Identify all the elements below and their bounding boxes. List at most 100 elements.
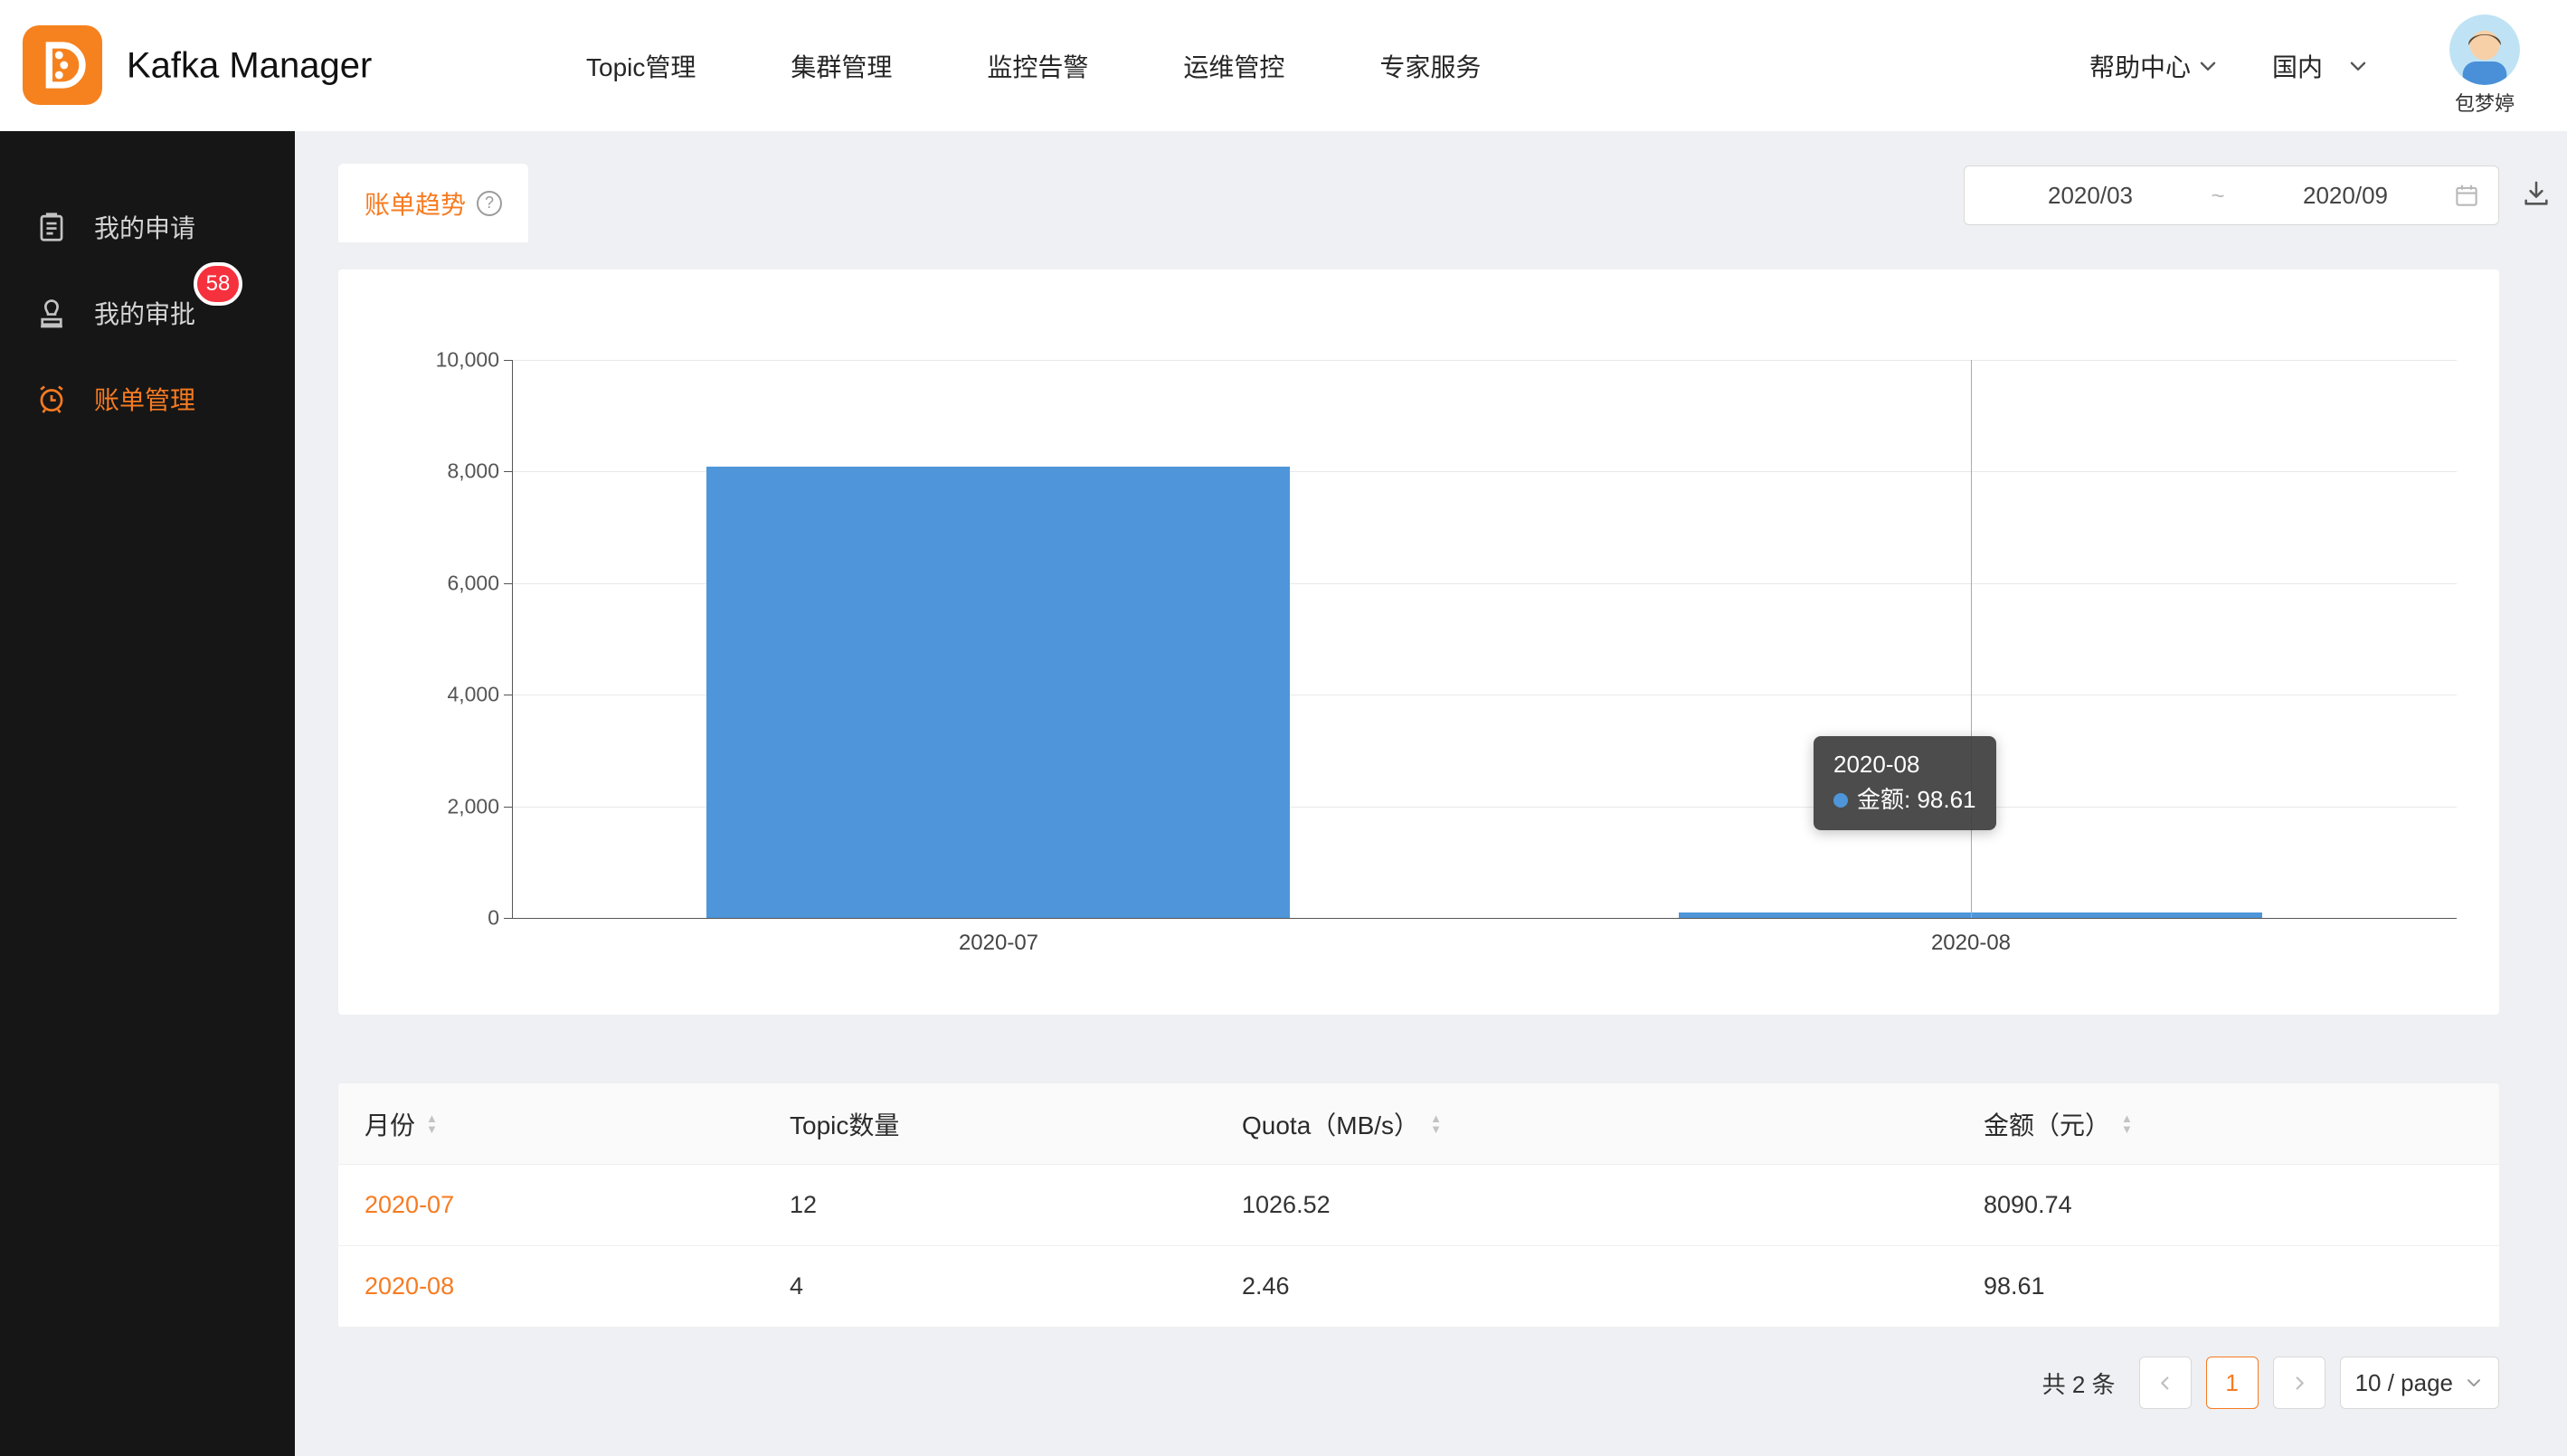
tab-bill-trend[interactable]: 账单趋势 ? xyxy=(338,164,528,242)
table-row-1: 2020-07 12 1026.52 8090.74 xyxy=(338,1165,2499,1246)
table-cell: 2020-08 xyxy=(338,1272,763,1300)
sort-carets-icon[interactable]: ▲▼ xyxy=(426,1113,438,1135)
tooltip-title: 2020-08 xyxy=(1833,747,1976,782)
table-header-cell-3[interactable]: Quota（MB/s） ▲▼ xyxy=(1216,1106,1957,1142)
user-menu[interactable]: 包梦婷 xyxy=(2449,14,2520,117)
top-header: Kafka Manager Topic管理 集群管理 监控告警 运维管控 专家服务 帮助… xyxy=(0,0,2567,131)
table-cell: 98.61 xyxy=(1957,1272,2499,1300)
bill-table: 月份 ▲▼ Topic数量 Quota（MB/s） ▲▼ 金额（元） ▲▼ 2020-07 12… xyxy=(338,1083,2499,1328)
y-axis-tick xyxy=(504,583,512,584)
help-center-menu[interactable]: 帮助中心 xyxy=(2089,48,2220,84)
table-header-cell-2: Topic数量 xyxy=(763,1106,1216,1142)
toolbar: 账单趋势 ? 2020/03 ~ 2020/09 xyxy=(338,164,2499,242)
date-separator: ~ xyxy=(2198,182,2238,210)
notification-badge: 58 xyxy=(194,262,242,306)
cell-value: 4 xyxy=(790,1272,803,1300)
sidebar-item-3[interactable]: 账单管理 xyxy=(0,355,295,441)
x-axis-line xyxy=(512,918,2457,919)
x-axis-category-label: 2020-07 xyxy=(899,931,1098,956)
pagination-total: 共 2 条 xyxy=(2042,1366,2116,1400)
date-range-picker[interactable]: 2020/03 ~ 2020/09 xyxy=(1964,165,2499,225)
y-axis-tick-label: 8,000 xyxy=(346,459,499,484)
column-label: Topic数量 xyxy=(790,1106,899,1142)
alarm-icon xyxy=(34,382,69,416)
date-start-input[interactable]: 2020/03 xyxy=(1983,182,2198,210)
series-dot-icon xyxy=(1833,793,1848,808)
cell-value: 8090.74 xyxy=(1984,1191,2072,1219)
column-label: 金额（元） xyxy=(1984,1106,2110,1142)
cell-value: 1026.52 xyxy=(1242,1191,1331,1219)
sidebar-item-2[interactable]: 我的审批58 xyxy=(0,269,295,355)
y-axis-tick-label: 2,000 xyxy=(346,794,499,818)
bill-trend-chart: 0 2,000 4,000 6,000 8,000 10,000 2020-07 2020-0… xyxy=(338,269,2499,1015)
sidebar: 我的申请我的审批58 账单管理 xyxy=(0,131,295,1456)
table-header-cell-4[interactable]: 金额（元） ▲▼ xyxy=(1957,1106,2499,1142)
chevron-down-icon xyxy=(2346,54,2370,78)
sidebar-item-label: 我的申请 xyxy=(94,209,195,245)
sidebar-item-1[interactable]: 我的申请 xyxy=(0,184,295,269)
pagination-next-button[interactable] xyxy=(2273,1357,2325,1409)
table-cell: 2020-07 xyxy=(338,1191,763,1219)
month-link[interactable]: 2020-08 xyxy=(365,1272,454,1300)
y-axis-tick xyxy=(504,471,512,472)
table-row-2: 2020-08 4 2.46 98.61 xyxy=(338,1246,2499,1328)
chart-crosshair xyxy=(1971,360,1972,918)
table-header-row: 月份 ▲▼ Topic数量 Quota（MB/s） ▲▼ 金额（元） ▲▼ xyxy=(338,1083,2499,1165)
avatar xyxy=(2449,14,2520,85)
region-select[interactable]: 国内 xyxy=(2272,48,2370,84)
nav-item-1[interactable]: Topic管理 xyxy=(586,48,696,84)
gridline xyxy=(512,360,2457,361)
tooltip-series-row: 金额: 98.61 xyxy=(1833,782,1976,818)
main-content: 账单趋势 ? 2020/03 ~ 2020/09 0 2,000 4,000 6,00… xyxy=(295,131,2567,1456)
y-axis-tick-label: 6,000 xyxy=(346,571,499,595)
table-cell: 4 xyxy=(763,1272,1216,1300)
app-title: Kafka Manager xyxy=(127,45,372,86)
table-cell: 12 xyxy=(763,1191,1216,1219)
y-axis-line xyxy=(512,360,513,918)
tooltip-value: 金额: 98.61 xyxy=(1857,782,1976,818)
chart-tooltip: 2020-08金额: 98.61 xyxy=(1814,736,1996,830)
tab-label: 账单趋势 xyxy=(365,185,466,222)
user-name: 包梦婷 xyxy=(2455,88,2515,117)
nav-item-3[interactable]: 监控告警 xyxy=(987,48,1088,84)
chevron-down-icon xyxy=(2196,54,2220,78)
y-axis-tick-label: 10,000 xyxy=(346,348,499,373)
clipboard-icon xyxy=(34,210,69,244)
month-link[interactable]: 2020-07 xyxy=(365,1191,454,1219)
sidebar-item-label: 账单管理 xyxy=(94,381,195,417)
y-axis-tick xyxy=(504,918,512,919)
pagination-prev-button[interactable] xyxy=(2139,1357,2192,1409)
x-axis-category-label: 2020-08 xyxy=(1871,931,2070,956)
sidebar-item-label: 我的审批 xyxy=(94,295,195,331)
sort-carets-icon[interactable]: ▲▼ xyxy=(2121,1113,2133,1135)
page-size-value: 10 / page xyxy=(2355,1369,2453,1397)
nav-item-5[interactable]: 专家服务 xyxy=(1379,48,1481,84)
nav-item-2[interactable]: 集群管理 xyxy=(791,48,892,84)
cell-value: 98.61 xyxy=(1984,1272,2045,1300)
table-header-cell-1[interactable]: 月份 ▲▼ xyxy=(338,1106,763,1142)
pagination-page-1[interactable]: 1 xyxy=(2206,1357,2259,1409)
chevron-down-icon xyxy=(2464,1373,2484,1393)
y-axis-tick-label: 0 xyxy=(346,906,499,931)
date-end-input[interactable]: 2020/09 xyxy=(2238,182,2453,210)
sort-carets-icon[interactable]: ▲▼ xyxy=(1430,1113,1442,1135)
column-label: Quota（MB/s） xyxy=(1242,1106,1419,1142)
table-cell: 1026.52 xyxy=(1216,1191,1957,1219)
y-axis-tick-label: 4,000 xyxy=(346,683,499,707)
column-label: 月份 xyxy=(365,1106,415,1142)
app-logo-icon[interactable] xyxy=(23,25,102,105)
download-icon[interactable] xyxy=(2521,178,2552,209)
y-axis-tick xyxy=(504,807,512,808)
page-size-select[interactable]: 10 / page xyxy=(2340,1357,2499,1409)
header-right: 帮助中心 国内 xyxy=(2089,0,2520,131)
y-axis-tick xyxy=(504,360,512,361)
calendar-icon xyxy=(2453,182,2480,209)
nav-item-4[interactable]: 运维管控 xyxy=(1183,48,1284,84)
question-circle-icon[interactable]: ? xyxy=(477,191,502,216)
stamp-icon xyxy=(34,296,69,330)
help-center-label: 帮助中心 xyxy=(2089,48,2191,84)
table-cell: 2.46 xyxy=(1216,1272,1957,1300)
table-cell: 8090.74 xyxy=(1957,1191,2499,1219)
bar-2020-07[interactable] xyxy=(706,467,1290,918)
top-nav: Topic管理 集群管理 监控告警 运维管控 专家服务 xyxy=(586,0,1481,131)
